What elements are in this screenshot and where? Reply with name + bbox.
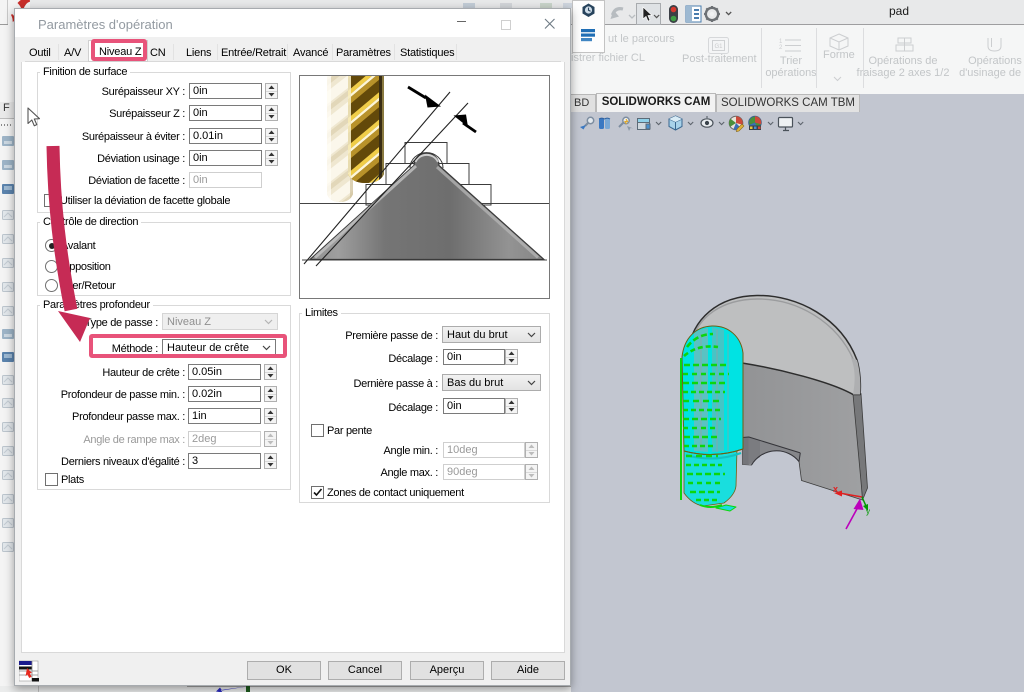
svg-text:G1: G1 (714, 44, 723, 50)
svg-text:2: 2 (779, 45, 783, 51)
svg-text:x: x (833, 484, 838, 494)
svg-text:y: y (866, 507, 870, 516)
